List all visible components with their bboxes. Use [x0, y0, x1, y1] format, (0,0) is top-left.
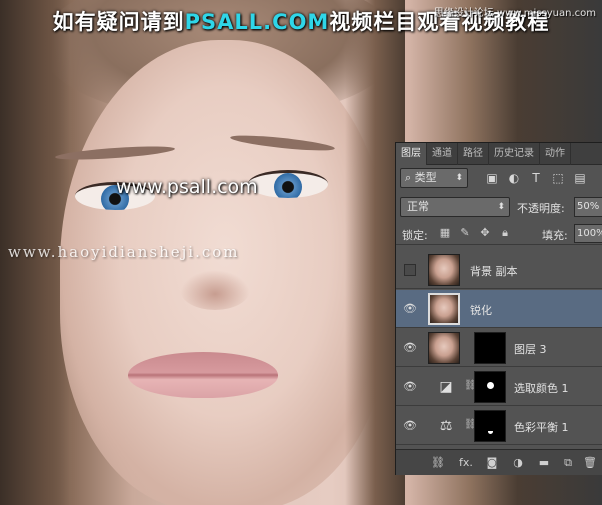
layer-thumbnail	[428, 293, 460, 325]
panel-tabs: 图层 通道 路径 历史记录 动作	[396, 143, 602, 165]
type-filter-icon[interactable]: T	[528, 170, 544, 186]
layer-list: 背景 副本 👁︎ 锐化 👁︎ 图层 3 👁︎ ◪ ⛓︎ 选取颜色 1 👁︎ ⚖︎…	[396, 251, 602, 449]
layer-name: 色彩平衡 1	[514, 421, 569, 434]
eye-icon[interactable]: 👁︎	[402, 418, 418, 434]
tab-history[interactable]: 历史记录	[489, 143, 540, 165]
fill-input[interactable]: 100%	[574, 224, 602, 243]
layer-row[interactable]: 👁︎ ⚖︎ ⛓︎ 色彩平衡 1	[396, 407, 602, 445]
layer-row[interactable]: 👁︎ 图层 3	[396, 329, 602, 367]
layer-row[interactable]: 背景 副本	[396, 251, 602, 289]
layer-mask-thumbnail[interactable]	[474, 371, 506, 403]
layer-name: 选取颜色 1	[514, 382, 569, 395]
layer-row[interactable]: 👁︎ 锐化	[396, 290, 602, 328]
layer-thumbnail	[428, 332, 460, 364]
layer-mask-thumbnail[interactable]	[474, 410, 506, 442]
visibility-toggle-off[interactable]	[404, 264, 416, 276]
tab-paths[interactable]: 路径	[458, 143, 489, 165]
site-url-watermark: www.psall.com	[116, 176, 258, 198]
updown-arrow-icon: ⬍	[497, 202, 505, 212]
layer-thumbnail	[428, 254, 460, 286]
blend-row: 正常 ⬍ 不透明度: 50%	[396, 195, 602, 219]
lock-image-brush-icon[interactable]: ✎	[458, 226, 472, 240]
new-layer-icon[interactable]: ⧉	[560, 455, 576, 471]
eye-icon[interactable]: 👁︎	[402, 379, 418, 395]
layer-name: 锐化	[470, 304, 492, 317]
smart-object-filter-icon[interactable]: ▤	[572, 170, 588, 186]
adjustment-filter-icon[interactable]: ◐	[506, 170, 522, 186]
add-mask-icon[interactable]: ◙	[484, 455, 500, 471]
tab-layers[interactable]: 图层	[396, 143, 427, 165]
layer-name: 图层 3	[514, 343, 547, 356]
panel-bottom-bar: ⛓︎ fx. ◙ ◑ ▬ ⧉ 🗑︎	[396, 449, 602, 475]
adjustment-layer-icon[interactable]: ◑	[510, 455, 526, 471]
layer-name: 背景 副本	[470, 265, 518, 278]
tab-channels[interactable]: 通道	[427, 143, 458, 165]
eye-icon[interactable]: 👁︎	[402, 340, 418, 356]
filter-kind-label: 类型	[414, 171, 437, 184]
lock-all-icon[interactable]: 🔒︎	[498, 226, 512, 240]
opacity-input[interactable]: 50%	[574, 197, 602, 217]
lock-label: 锁定:	[402, 229, 428, 242]
headline-brand: PSALL.COM	[184, 10, 330, 34]
blend-mode-value: 正常	[407, 200, 429, 213]
opacity-label: 不透明度:	[517, 202, 565, 215]
fx-icon[interactable]: fx.	[458, 455, 474, 471]
nose	[180, 270, 250, 310]
eye-right	[248, 170, 328, 198]
group-folder-icon[interactable]: ▬	[536, 455, 552, 471]
lips	[128, 352, 278, 398]
updown-arrow-icon: ⬍	[455, 173, 463, 183]
corner-watermark: 思缘设计论坛 www.missyuan.com	[433, 8, 596, 19]
lock-position-move-icon[interactable]: ✥	[478, 226, 492, 240]
layer-filter-row: ⌕ 类型 ⬍ ▣ ◐ T ⬚ ▤	[396, 167, 602, 191]
filter-kind-select[interactable]: ⌕ 类型 ⬍	[400, 168, 468, 188]
blend-mode-select[interactable]: 正常 ⬍	[400, 197, 510, 217]
link-layers-icon[interactable]: ⛓︎	[430, 455, 446, 471]
iris-right	[274, 173, 302, 198]
lock-transparency-icon[interactable]: ▦	[438, 226, 452, 240]
headline-prefix: 如有疑问请到	[52, 10, 185, 34]
layer-row[interactable]: 👁︎ ◪ ⛓︎ 选取颜色 1	[396, 368, 602, 406]
lock-row: 锁定: ▦ ✎ ✥ 🔒︎ 填充: 100%	[396, 223, 602, 245]
search-icon: ⌕	[405, 171, 412, 184]
layers-panel: 图层 通道 路径 历史记录 动作 ⌕ 类型 ⬍ ▣ ◐ T ⬚ ▤ 正常 ⬍ 不…	[395, 142, 602, 475]
fill-label: 填充:	[542, 229, 568, 242]
layer-mask-thumbnail[interactable]	[474, 332, 506, 364]
tab-actions[interactable]: 动作	[540, 143, 571, 165]
trash-icon[interactable]: 🗑︎	[582, 455, 598, 471]
shape-filter-icon[interactable]: ⬚	[550, 170, 566, 186]
secondary-url-watermark: www.haoyidiansheji.com	[8, 243, 240, 261]
color-balance-icon[interactable]: ⚖︎	[436, 417, 456, 435]
selective-color-icon[interactable]: ◪	[436, 378, 456, 396]
image-filter-icon[interactable]: ▣	[484, 170, 500, 186]
eye-icon[interactable]: 👁︎	[402, 301, 418, 317]
